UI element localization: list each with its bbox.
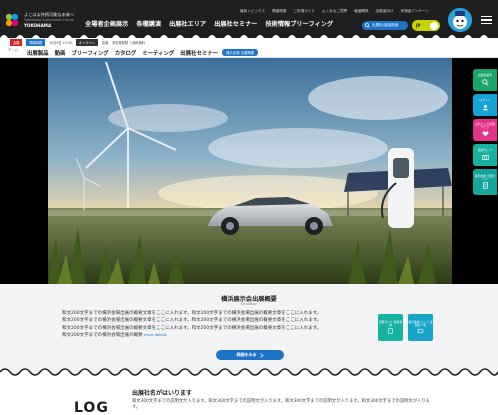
card-label: 展示会場 マップ 出展社一覧: [408, 319, 433, 327]
body-line: 和文200文字までの横浜会場出展の概要文章をここに入れます。和文200文字までの…: [62, 325, 322, 331]
sub-nav-catalog[interactable]: カタログ: [115, 49, 137, 57]
side-btn-exhibit-guide[interactable]: 展示会場 出展ガイド: [473, 169, 497, 195]
nav-item-exhibits[interactable]: 全場者企画展示: [85, 19, 128, 28]
side-btn-label: 展示会場 出展ガイド: [474, 173, 496, 181]
side-btn-favorites[interactable]: お気に入り出展ページ: [473, 119, 497, 141]
search-icon: [365, 23, 370, 28]
map-icon: [417, 329, 424, 334]
body-line: 和文200文字までの横浜会場出展の概要文章をここに入れます。和文200文字までの…: [62, 318, 322, 324]
admission-note: 事前登録制 入場料無料: [112, 41, 145, 45]
sub-nav-meeting[interactable]: ミーティング: [142, 49, 174, 57]
sub-nav-briefing[interactable]: ブリーフィング: [71, 49, 108, 57]
nav-item-exhibitor-area[interactable]: 出展社エリア: [169, 19, 206, 28]
logo-mark-icon: [5, 13, 19, 27]
card-exhibit-guide[interactable]: 出展ガイド 会場案内: [378, 314, 403, 341]
mascot-avatar[interactable]: [448, 8, 472, 32]
exhibitor-description: 和文300文字までの説明文が入ります。和文300文字までの説明文が入ります。和文…: [132, 399, 430, 410]
floating-side-menu: 出展社検索 ログイン お気に入り出展ページ 会場マップ 展示会場 出展ガイド: [473, 69, 497, 195]
util-link-exhibitors[interactable]: 出展者向け: [376, 9, 394, 14]
hero-image: [48, 58, 452, 284]
mascot-icon: [448, 8, 472, 32]
toggle-knob: [430, 21, 438, 30]
nav-item-lectures[interactable]: 各種講演: [136, 19, 161, 28]
user-icon: [482, 104, 488, 111]
menu-line-icon: [480, 19, 492, 21]
body-line-last: 和文200文字までの横浜会場出展の概要 more details: [62, 332, 370, 339]
side-btn-label: 会場マップ: [478, 148, 492, 153]
details-button-label: 詳細をみる: [236, 352, 257, 357]
section-body: 和文200文字までの横浜会場出展の概要文章をここに入れます。和文200文字までの…: [62, 310, 370, 339]
util-link-topics[interactable]: 最新トピックス: [240, 9, 265, 14]
side-btn-venue-map[interactable]: 会場マップ: [473, 144, 497, 166]
sub-nav-videos[interactable]: 動画: [55, 49, 66, 57]
side-btn-login[interactable]: ログイン: [473, 94, 497, 116]
date-tag: 会期: [10, 39, 23, 46]
hero-illustration: [48, 58, 452, 284]
side-btn-label: お気に入り出展ページ: [475, 121, 495, 129]
map-icon: [481, 154, 489, 160]
search-button-label: 出展社/製品検索: [372, 23, 399, 27]
side-btn-label: 出展社検索: [478, 73, 492, 78]
hero-side-left: [0, 58, 48, 284]
heart-icon: [482, 131, 488, 137]
utility-navigation: 最新トピックス 開催概要 ご来場ガイド よくあるご質問 報道関係 出展者向け 来…: [240, 9, 429, 14]
sub-navigation: ホーム 出展製品 動画 ブリーフィング カタログ ミーティング 出展社セミナー …: [0, 47, 498, 58]
nav-item-tech-briefing[interactable]: 技術情報ブリーフィング: [266, 19, 334, 28]
card-label: 出展ガイド 会場案内: [378, 319, 403, 327]
side-btn-label: ログイン: [479, 98, 491, 103]
exhibit-overview-section: 横浜展示会出展概要 Exhibition 和文200文字までの横浜会場出展の概要…: [0, 284, 498, 376]
more-details-link[interactable]: more details: [144, 333, 166, 337]
exhibitor-search-button[interactable]: 出展社/製品検索: [362, 21, 408, 30]
site-logo[interactable]: よこはま持続可能な未来へ Yokohama Sustainable Future…: [4, 9, 74, 31]
home-link[interactable]: ホーム: [8, 48, 18, 52]
exhibit-overview-badge[interactable]: 展示会場 出展概要: [222, 49, 259, 56]
exhibit-shortcut-cards: 出展ガイド 会場案内 展示会場 マップ 出展社一覧: [378, 314, 433, 341]
exhibitor-section: LOG 出展社名がはいります 和文300文字までの説明文が入ります。和文300文…: [0, 378, 498, 415]
menu-line-icon: [480, 22, 492, 25]
sub-nav-products[interactable]: 出展製品: [27, 49, 49, 57]
sub-nav-seminar[interactable]: 出展社セミナー: [180, 49, 218, 57]
card-venue-map[interactable]: 展示会場 マップ 出展社一覧: [408, 314, 433, 341]
exhibitor-logo-text: LOG: [74, 400, 109, 415]
details-button[interactable]: 詳細をみる: [216, 350, 284, 360]
language-label: JP: [416, 23, 421, 28]
side-btn-exhibitor-search[interactable]: 出展社検索: [473, 69, 497, 91]
logo-text-line2: Yokohama Sustainable Future: [24, 18, 74, 22]
menu-line-icon: [480, 15, 492, 18]
nav-item-exhibitor-seminar[interactable]: 出展社セミナー: [214, 19, 257, 28]
util-link-overview[interactable]: 開催概要: [272, 9, 286, 14]
exhibitor-name-title: 出展社名がはいります: [132, 390, 193, 397]
document-icon: [388, 328, 393, 334]
event-info-bar: 会期 開場時間 10月9日 10:00 オンライン 会場 事前登録制 入場料無料: [0, 38, 498, 47]
arrow-right-icon: [259, 352, 264, 358]
util-link-faq[interactable]: よくあるご質問: [322, 9, 347, 14]
util-link-survey[interactable]: 来場者アンケート: [401, 9, 430, 14]
util-link-guide[interactable]: ご来場ガイド: [293, 9, 315, 14]
util-link-press[interactable]: 報道関係: [354, 9, 368, 14]
venue-text: 会場: [101, 41, 109, 45]
logo-text-line3: YOKOHAMA: [24, 23, 52, 28]
body-line: 和文200文字までの横浜会場出展の概要: [62, 332, 143, 338]
section-subtitle: Exhibition: [240, 302, 258, 306]
date-text: 10月9日 10:00: [49, 41, 72, 45]
online-tag: オンライン: [75, 39, 98, 46]
time-tag: 開場時間: [26, 39, 46, 46]
search-icon: [481, 78, 489, 86]
sub-nav-items: 出展製品 動画 ブリーフィング カタログ ミーティング 出展社セミナー: [27, 49, 218, 57]
main-navigation: 全場者企画展示 各種講演 出展社エリア 出展社セミナー 技術情報ブリーフィング: [85, 19, 333, 28]
guide-icon: [482, 182, 488, 190]
body-line: 和文200文字までの横浜会場出展の概要文章をここに入れます。和文200文字までの…: [62, 311, 322, 316]
hamburger-menu-button[interactable]: [476, 9, 496, 31]
